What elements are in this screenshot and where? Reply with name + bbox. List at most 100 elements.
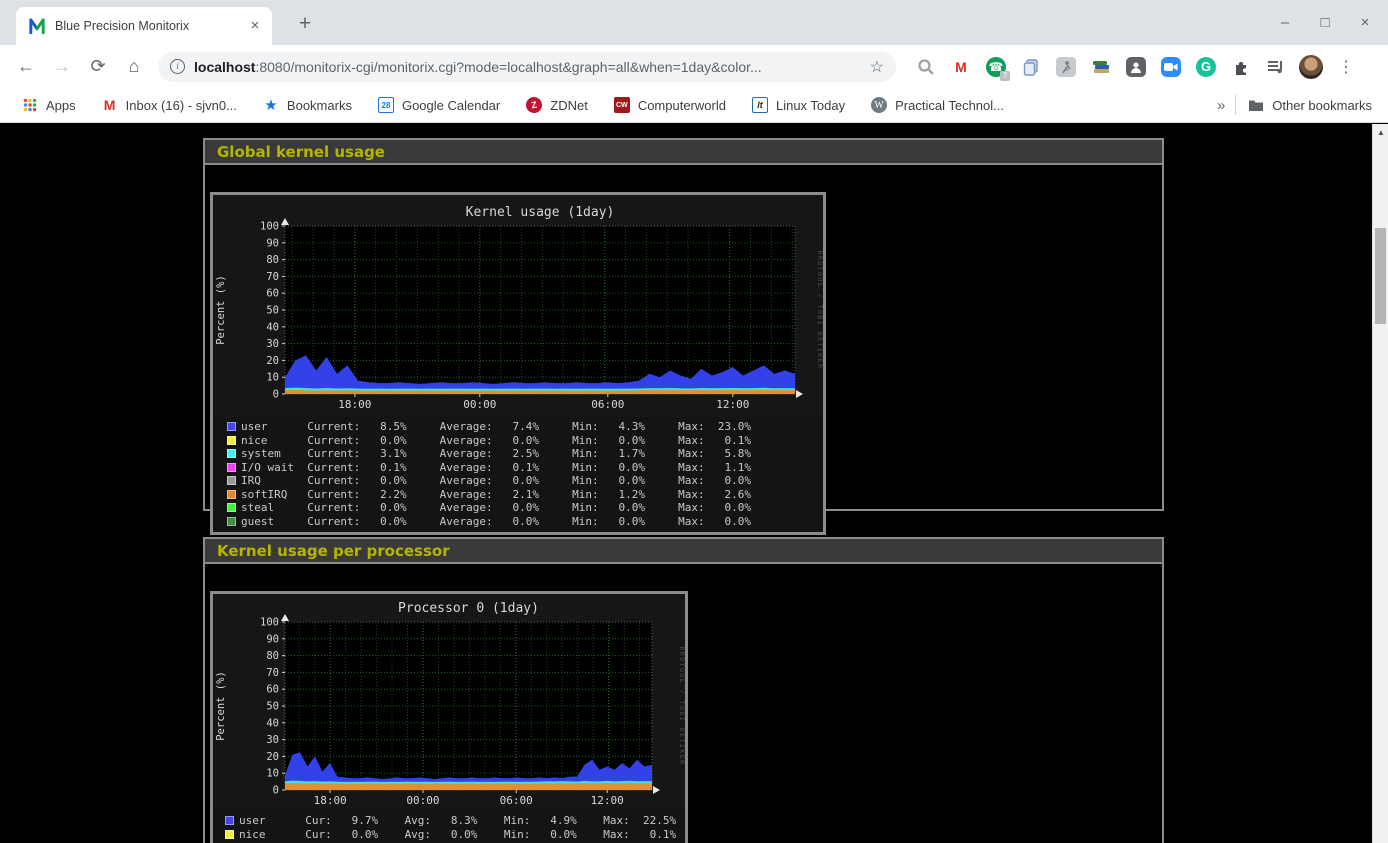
page-info-icon[interactable]: i (170, 59, 185, 74)
window-minimize-button[interactable]: – (1272, 14, 1298, 31)
profile-avatar[interactable] (1297, 53, 1325, 81)
more-menu-icon[interactable]: ⋮ (1332, 53, 1360, 81)
copy-pages-extension-icon[interactable] (1017, 53, 1045, 81)
monitorix-page: Global kernel usage 01020304050607080901… (0, 124, 1372, 843)
reload-button[interactable]: ⟳ (82, 51, 114, 83)
legend-swatch (227, 490, 236, 499)
url-host: localhost (194, 59, 255, 75)
back-button[interactable]: ← (10, 51, 42, 83)
legend-swatch (227, 463, 236, 472)
legend-swatch (227, 436, 236, 445)
window-close-button[interactable]: × (1352, 14, 1378, 31)
svg-text:RRDTOOL / TOBI OETIKER: RRDTOOL / TOBI OETIKER (816, 250, 823, 369)
bookmarks-overflow-chevron[interactable]: » (1207, 97, 1235, 114)
svg-text:10: 10 (266, 768, 279, 780)
voice-extension-icon[interactable]: ☎? (982, 53, 1010, 81)
svg-text:0: 0 (273, 389, 279, 401)
folder-icon (1248, 97, 1264, 113)
bookmark-label: Computerworld (638, 98, 726, 113)
bookmark-label: Practical Technol... (895, 98, 1004, 113)
extensions-puzzle-icon[interactable] (1227, 53, 1255, 81)
scrollbar-thumb[interactable] (1375, 228, 1386, 324)
svg-text:70: 70 (266, 271, 279, 283)
svg-text:80: 80 (266, 650, 279, 662)
svg-text:50: 50 (266, 305, 279, 317)
svg-text:0: 0 (273, 785, 279, 797)
tab-title: Blue Precision Monitorix (55, 19, 246, 33)
legend-swatch (227, 449, 236, 458)
cw-icon: CW (614, 97, 630, 113)
browser-window: Blue Precision Monitorix × + – □ × ← → ⟳… (0, 0, 1388, 843)
bookmark-label: Inbox (16) - sjvn0... (126, 98, 237, 113)
grammarly-extension-icon[interactable]: G (1192, 53, 1220, 81)
forward-button[interactable]: → (46, 51, 78, 83)
svg-text:Processor 0 (1day): Processor 0 (1day) (398, 601, 539, 616)
bookmark-item-google-calendar[interactable]: 28 Google Calendar (378, 97, 500, 113)
bookmark-item-apps[interactable]: Apps (22, 97, 76, 113)
bookmark-item-computerworld[interactable]: CW Computerworld (614, 97, 726, 113)
section-kernel-usage-per-processor: Kernel usage per processor 0102030405060… (203, 537, 1164, 843)
scrollbar-up-arrow[interactable]: ▲ (1373, 126, 1388, 140)
svg-text:100: 100 (260, 617, 279, 629)
bookmark-star-icon[interactable]: ☆ (870, 57, 884, 77)
page-scrollbar[interactable]: ▲ (1372, 124, 1388, 843)
legend-swatch (227, 517, 236, 526)
bookmark-label: Google Calendar (402, 98, 500, 113)
calendar-icon: 28 (378, 97, 394, 113)
new-tab-button[interactable]: + (290, 10, 320, 40)
bookmark-item-inbox-16-sjvn0[interactable]: MInbox (16) - sjvn0... (102, 97, 237, 113)
section-global-kernel-usage: Global kernel usage 01020304050607080901… (203, 138, 1164, 511)
svg-text:40: 40 (266, 717, 279, 729)
url-path: :8080/monitorix-cgi/monitorix.cgi?mode=l… (255, 59, 761, 75)
bookmark-item-practical-technol[interactable]: WPractical Technol... (871, 97, 1004, 113)
legend-row: nice Current: 0.0% Average: 0.0% Min: 0.… (227, 434, 751, 448)
legend-row: steal Current: 0.0% Average: 0.0% Min: 0… (227, 501, 751, 515)
bookmark-label: Bookmarks (287, 98, 352, 113)
url-text: localhost:8080/monitorix-cgi/monitorix.c… (194, 59, 862, 75)
kernel-usage-graph[interactable]: 010203040506070809010018:0000:0006:0012:… (210, 192, 826, 535)
browser-tab[interactable]: Blue Precision Monitorix × (16, 7, 272, 45)
monitorix-favicon-icon (28, 17, 46, 35)
legend-row: nice Cur: 0.0% Avg: 0.0% Min: 0.0% Max: … (225, 828, 676, 842)
svg-text:10: 10 (266, 372, 279, 384)
tab-close-icon[interactable]: × (246, 17, 264, 35)
section-title: Global kernel usage (205, 140, 1162, 165)
bookmark-item-zdnet[interactable]: Z ZDNet (526, 97, 588, 113)
svg-text:Percent (%): Percent (%) (215, 671, 227, 741)
zoom-extension-icon[interactable] (1157, 53, 1185, 81)
url-bar[interactable]: i localhost:8080/monitorix-cgi/monitorix… (158, 52, 896, 82)
legend-row: guest Current: 0.0% Average: 0.0% Min: 0… (227, 515, 751, 529)
svg-text:Kernel usage (1day): Kernel usage (1day) (466, 205, 615, 220)
svg-text:30: 30 (266, 734, 279, 746)
svg-text:100: 100 (260, 221, 279, 233)
other-bookmarks-button[interactable]: Other bookmarks (1248, 97, 1372, 113)
svg-text:RRDTOOL / TOBI OETIKER: RRDTOOL / TOBI OETIKER (678, 646, 685, 765)
svg-text:20: 20 (266, 751, 279, 763)
playlist-extension-icon[interactable] (1262, 53, 1290, 81)
bookmark-label: Linux Today (776, 98, 845, 113)
books-extension-icon[interactable] (1087, 53, 1115, 81)
svg-text:06:00: 06:00 (500, 794, 533, 807)
legend-row: system Current: 3.1% Average: 2.5% Min: … (227, 447, 751, 461)
zdnet-icon: Z (525, 96, 544, 115)
bookmark-item-bookmarks[interactable]: ★Bookmarks (263, 97, 352, 113)
bookmarks-bar: Apps MInbox (16) - sjvn0... ★Bookmarks 28 Go… (0, 88, 1388, 123)
linuxtoday-icon: lt (752, 97, 768, 113)
browser-toolbar: ← → ⟳ ⌂ i localhost:8080/monitorix-cgi/m… (0, 45, 1388, 88)
svg-text:80: 80 (266, 254, 279, 266)
gmail-extension-icon[interactable]: M (947, 53, 975, 81)
legend-row: IRQ Current: 0.0% Average: 0.0% Min: 0.0… (227, 474, 751, 488)
extension-row: M☎? G ⋮ (912, 53, 1360, 81)
svg-text:30: 30 (266, 338, 279, 350)
home-button[interactable]: ⌂ (118, 51, 150, 83)
bookmark-label: Apps (46, 98, 76, 113)
svg-text:06:00: 06:00 (591, 398, 624, 411)
search-extension-icon[interactable] (912, 53, 940, 81)
bookmark-label: ZDNet (550, 98, 588, 113)
bookmark-item-linux-today[interactable]: lt Linux Today (752, 97, 845, 113)
window-maximize-button[interactable]: □ (1312, 14, 1338, 31)
runner-extension-icon[interactable] (1052, 53, 1080, 81)
contact-extension-icon[interactable] (1122, 53, 1150, 81)
svg-text:60: 60 (266, 288, 279, 300)
processor-0-graph[interactable]: 010203040506070809010018:0000:0006:0012:… (210, 591, 688, 843)
